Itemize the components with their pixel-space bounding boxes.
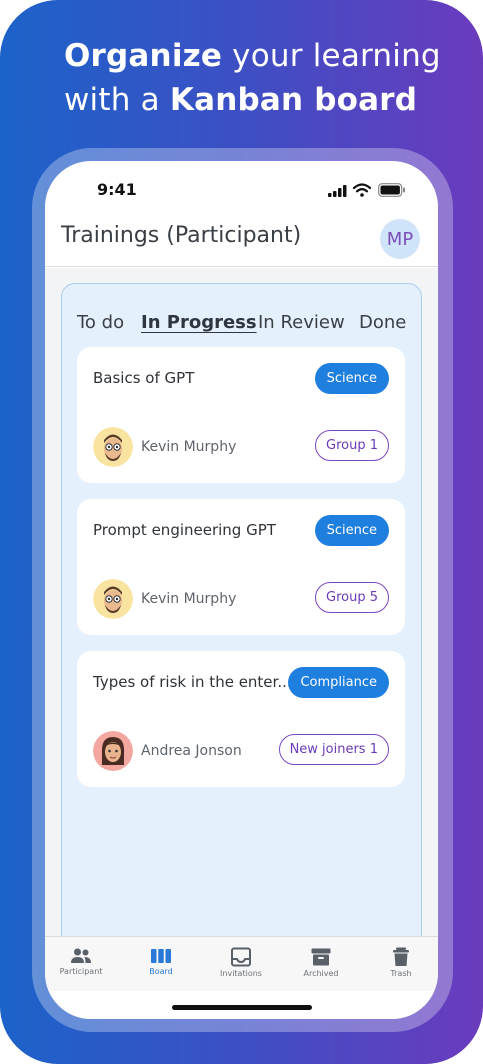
nav-trash[interactable]: Trash	[371, 947, 431, 978]
headline-bold-1: Organize	[64, 38, 223, 74]
person-name: Andrea Jonson	[141, 743, 242, 759]
training-card[interactable]: Basics of GPT Science Kevin Murphy Group…	[77, 347, 405, 483]
nav-label: Trash	[390, 969, 412, 978]
page-title: Trainings (Participant)	[61, 223, 302, 248]
battery-icon	[378, 183, 405, 197]
category-badge: Compliance	[288, 667, 389, 698]
headline-text-1: your learning	[222, 38, 441, 74]
nav-label: Invitations	[220, 969, 262, 978]
people-icon	[71, 948, 91, 963]
nav-label: Archived	[303, 969, 339, 978]
nav-label: Participant	[59, 967, 103, 976]
promo-headline: Organize your learning with a Kanban boa…	[64, 34, 464, 122]
board-area: To do In Progress In Review Done Basics …	[45, 268, 438, 963]
person-avatar	[93, 427, 133, 467]
cellular-signal-icon	[328, 185, 347, 197]
person-avatar	[93, 579, 133, 619]
home-indicator[interactable]	[172, 1005, 312, 1010]
home-area	[45, 991, 438, 1019]
person-name: Kevin Murphy	[141, 591, 237, 607]
status-tabs: To do In Progress In Review Done	[77, 312, 417, 336]
kanban-board-panel: To do In Progress In Review Done Basics …	[61, 283, 422, 963]
nav-label: Board	[149, 967, 173, 976]
nav-invitations[interactable]: Invitations	[211, 947, 271, 978]
wifi-icon	[353, 183, 371, 197]
memoji-man-icon	[93, 427, 133, 467]
tab-to-do[interactable]: To do	[77, 312, 124, 333]
tab-in-progress[interactable]: In Progress	[141, 312, 257, 333]
training-card[interactable]: Prompt engineering GPT Science Kevin Mur…	[77, 499, 405, 635]
headline-text-2: with a	[64, 82, 170, 118]
phone-screen: 9:41 Trainings (Participant) MP To do In…	[45, 161, 438, 1019]
category-badge: Science	[314, 515, 389, 546]
card-title: Basics of GPT	[93, 369, 195, 387]
memoji-woman-icon	[93, 731, 133, 771]
trash-icon	[393, 947, 409, 966]
category-badge: Science	[314, 363, 389, 394]
card-title: Prompt engineering GPT	[93, 521, 276, 539]
group-badge: Group 5	[315, 582, 389, 613]
user-avatar[interactable]: MP	[380, 219, 420, 259]
archive-box-icon	[311, 948, 331, 966]
group-badge: New joiners 1	[278, 734, 389, 765]
board-columns-icon	[151, 949, 171, 963]
status-bar: 9:41	[45, 161, 438, 219]
person-avatar	[93, 731, 133, 771]
person-name: Kevin Murphy	[141, 439, 237, 455]
bottom-nav: Participant Board Invitations Archived T…	[45, 936, 438, 991]
nav-board[interactable]: Board	[131, 947, 191, 976]
tab-done[interactable]: Done	[359, 312, 406, 333]
status-time: 9:41	[97, 180, 137, 199]
tab-in-review[interactable]: In Review	[258, 312, 345, 333]
training-card[interactable]: Types of risk in the enter... Compliance	[77, 651, 405, 787]
inbox-icon	[231, 947, 251, 967]
promo-background: Organize your learning with a Kanban boa…	[0, 0, 483, 1064]
card-title: Types of risk in the enter...	[93, 673, 292, 691]
headline-bold-2: Kanban board	[169, 82, 418, 118]
memoji-man-icon	[93, 579, 133, 619]
group-badge: Group 1	[315, 430, 389, 461]
nav-participant[interactable]: Participant	[51, 947, 111, 976]
nav-archived[interactable]: Archived	[291, 947, 351, 978]
app-header: Trainings (Participant) MP	[45, 219, 438, 267]
